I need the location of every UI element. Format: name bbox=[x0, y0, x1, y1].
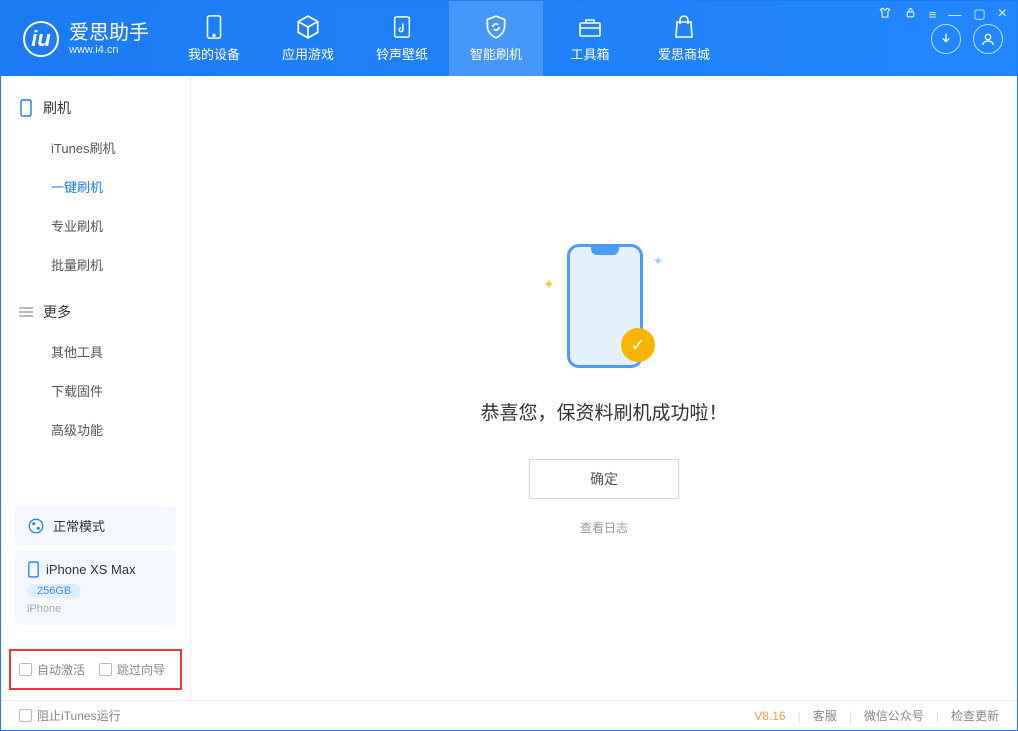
user-button[interactable] bbox=[973, 24, 1003, 54]
menu-icon[interactable]: ≡ bbox=[929, 7, 937, 22]
group-title: 更多 bbox=[43, 302, 71, 322]
app-name-en: www.i4.cn bbox=[69, 44, 149, 56]
phone-icon bbox=[19, 99, 33, 117]
bag-icon bbox=[671, 14, 697, 40]
checkbox-block-itunes[interactable]: 阻止iTunes运行 bbox=[19, 707, 121, 724]
list-icon bbox=[19, 305, 33, 319]
tab-label: 我的设备 bbox=[188, 44, 240, 63]
mode-label: 正常模式 bbox=[53, 516, 105, 535]
checkbox-icon bbox=[99, 663, 112, 676]
mode-icon bbox=[27, 517, 45, 535]
tab-label: 工具箱 bbox=[570, 44, 609, 63]
tab-apps-games[interactable]: 应用游戏 bbox=[261, 1, 355, 76]
checkbox-icon bbox=[19, 663, 32, 676]
device-name-text: iPhone XS Max bbox=[46, 562, 136, 577]
lock-icon[interactable] bbox=[904, 6, 917, 22]
tab-label: 智能刷机 bbox=[470, 44, 522, 63]
shirt-icon[interactable] bbox=[878, 6, 892, 23]
logo-icon: iu bbox=[23, 21, 59, 57]
close-button[interactable]: × bbox=[998, 5, 1007, 23]
device-card[interactable]: iPhone XS Max 256GB iPhone bbox=[15, 551, 176, 625]
device-icon bbox=[201, 14, 227, 40]
sidebar-group-flash: 刷机 bbox=[1, 88, 190, 128]
main-tabs: 我的设备 应用游戏 铃声壁纸 智能刷机 工具箱 爱思商城 bbox=[167, 1, 731, 76]
sidebar: 刷机 iTunes刷机 一键刷机 专业刷机 批量刷机 更多 其他工具 下载固件 … bbox=[1, 76, 191, 700]
sidebar-item-batch-flash[interactable]: 批量刷机 bbox=[1, 245, 190, 284]
highlighted-options: 自动激活 跳过向导 bbox=[9, 649, 182, 690]
app-logo: iu 爱思助手 www.i4.cn bbox=[1, 1, 167, 76]
sidebar-item-download-firmware[interactable]: 下载固件 bbox=[1, 371, 190, 410]
success-message: 恭喜您，保资料刷机成功啦！ bbox=[480, 398, 727, 425]
maximize-button[interactable]: ▢ bbox=[973, 6, 985, 22]
sidebar-item-itunes-flash[interactable]: iTunes刷机 bbox=[1, 128, 190, 167]
toolbox-icon bbox=[577, 14, 603, 40]
group-title: 刷机 bbox=[43, 98, 71, 118]
status-link-support[interactable]: 客服 bbox=[813, 707, 837, 724]
titlebar: ≡ — ▢ × iu 爱思助手 www.i4.cn 我的设备 应用游戏 铃声壁纸… bbox=[1, 1, 1017, 76]
tab-smart-flash[interactable]: 智能刷机 bbox=[449, 1, 543, 76]
checkbox-icon bbox=[19, 709, 32, 722]
checkbox-auto-activate[interactable]: 自动激活 bbox=[19, 661, 85, 678]
device-type: iPhone bbox=[27, 603, 164, 615]
main-content: ✦ ✦ ✓ 恭喜您，保资料刷机成功啦！ 确定 查看日志 bbox=[191, 76, 1017, 700]
view-log-link[interactable]: 查看日志 bbox=[580, 519, 628, 536]
phone-icon bbox=[27, 561, 40, 578]
tab-toolbox[interactable]: 工具箱 bbox=[543, 1, 637, 76]
download-button[interactable] bbox=[931, 24, 961, 54]
tab-label: 爱思商城 bbox=[658, 44, 710, 63]
cube-icon bbox=[295, 14, 321, 40]
mode-card[interactable]: 正常模式 bbox=[15, 506, 176, 545]
sidebar-item-oneclick-flash[interactable]: 一键刷机 bbox=[1, 167, 190, 206]
tab-label: 铃声壁纸 bbox=[376, 44, 428, 63]
storage-pill: 256GB bbox=[27, 584, 81, 598]
checkbox-skip-guide[interactable]: 跳过向导 bbox=[99, 661, 165, 678]
sidebar-group-more: 更多 bbox=[1, 292, 190, 332]
sparkle-icon: ✦ bbox=[543, 276, 555, 293]
sidebar-item-pro-flash[interactable]: 专业刷机 bbox=[1, 206, 190, 245]
status-link-wechat[interactable]: 微信公众号 bbox=[864, 707, 924, 724]
sidebar-item-other-tools[interactable]: 其他工具 bbox=[1, 332, 190, 371]
ok-button[interactable]: 确定 bbox=[529, 459, 679, 499]
status-link-update[interactable]: 检查更新 bbox=[951, 707, 999, 724]
app-name-cn: 爱思助手 bbox=[69, 22, 149, 44]
checkmark-badge-icon: ✓ bbox=[621, 328, 655, 362]
success-illustration: ✦ ✦ ✓ bbox=[559, 240, 649, 370]
sparkle-icon: ✦ bbox=[653, 254, 663, 268]
tab-label: 应用游戏 bbox=[282, 44, 334, 63]
statusbar: 阻止iTunes运行 V8.16 | 客服 | 微信公众号 | 检查更新 bbox=[1, 700, 1017, 730]
tab-store[interactable]: 爱思商城 bbox=[637, 1, 731, 76]
tab-ringtones[interactable]: 铃声壁纸 bbox=[355, 1, 449, 76]
sidebar-item-advanced[interactable]: 高级功能 bbox=[1, 410, 190, 449]
music-file-icon bbox=[389, 14, 415, 40]
version-label: V8.16 bbox=[754, 709, 785, 723]
shield-refresh-icon bbox=[483, 14, 509, 40]
tab-my-device[interactable]: 我的设备 bbox=[167, 1, 261, 76]
minimize-button[interactable]: — bbox=[948, 7, 961, 22]
window-controls: ≡ — ▢ × bbox=[878, 5, 1007, 23]
